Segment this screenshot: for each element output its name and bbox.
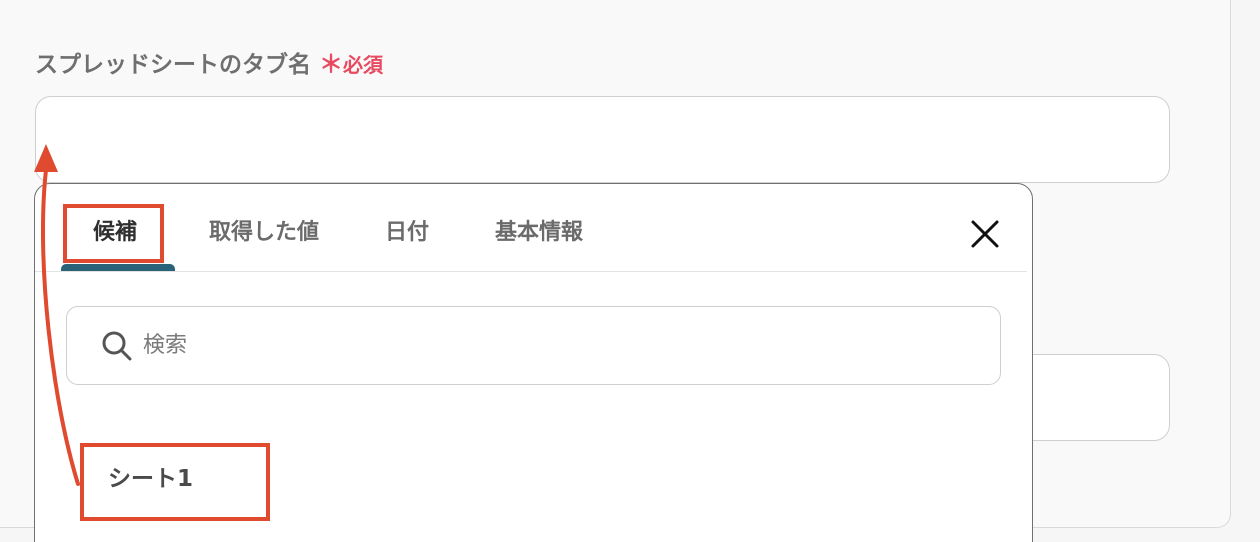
tab-basic-info[interactable]: 基本情報 xyxy=(495,204,583,256)
close-icon[interactable] xyxy=(969,218,1001,250)
tab-date[interactable]: 日付 xyxy=(385,204,429,256)
tabs-divider xyxy=(35,271,1027,272)
tab-acquired-values[interactable]: 取得した値 xyxy=(209,204,319,256)
field-label: スプレッドシートのタブ名 ＊必須 xyxy=(35,44,383,79)
search-input[interactable] xyxy=(143,333,963,358)
tab-name-input[interactable] xyxy=(35,96,1170,183)
tab-candidates[interactable]: 候補 xyxy=(61,204,169,256)
popup-tabs: 候補 取得した値 日付 基本情報 xyxy=(61,204,1027,272)
search-icon xyxy=(101,330,133,362)
required-indicator: ＊必須 xyxy=(319,50,383,78)
suggestion-popup: 候補 取得した値 日付 基本情報 シート1 xyxy=(34,183,1033,542)
search-box[interactable] xyxy=(66,306,1001,385)
field-label-text: スプレッドシートのタブ名 xyxy=(35,52,311,78)
required-text: 必須 xyxy=(343,53,383,77)
list-item-sheet1[interactable]: シート1 xyxy=(108,459,193,493)
required-asterisk: ＊ xyxy=(319,50,343,78)
